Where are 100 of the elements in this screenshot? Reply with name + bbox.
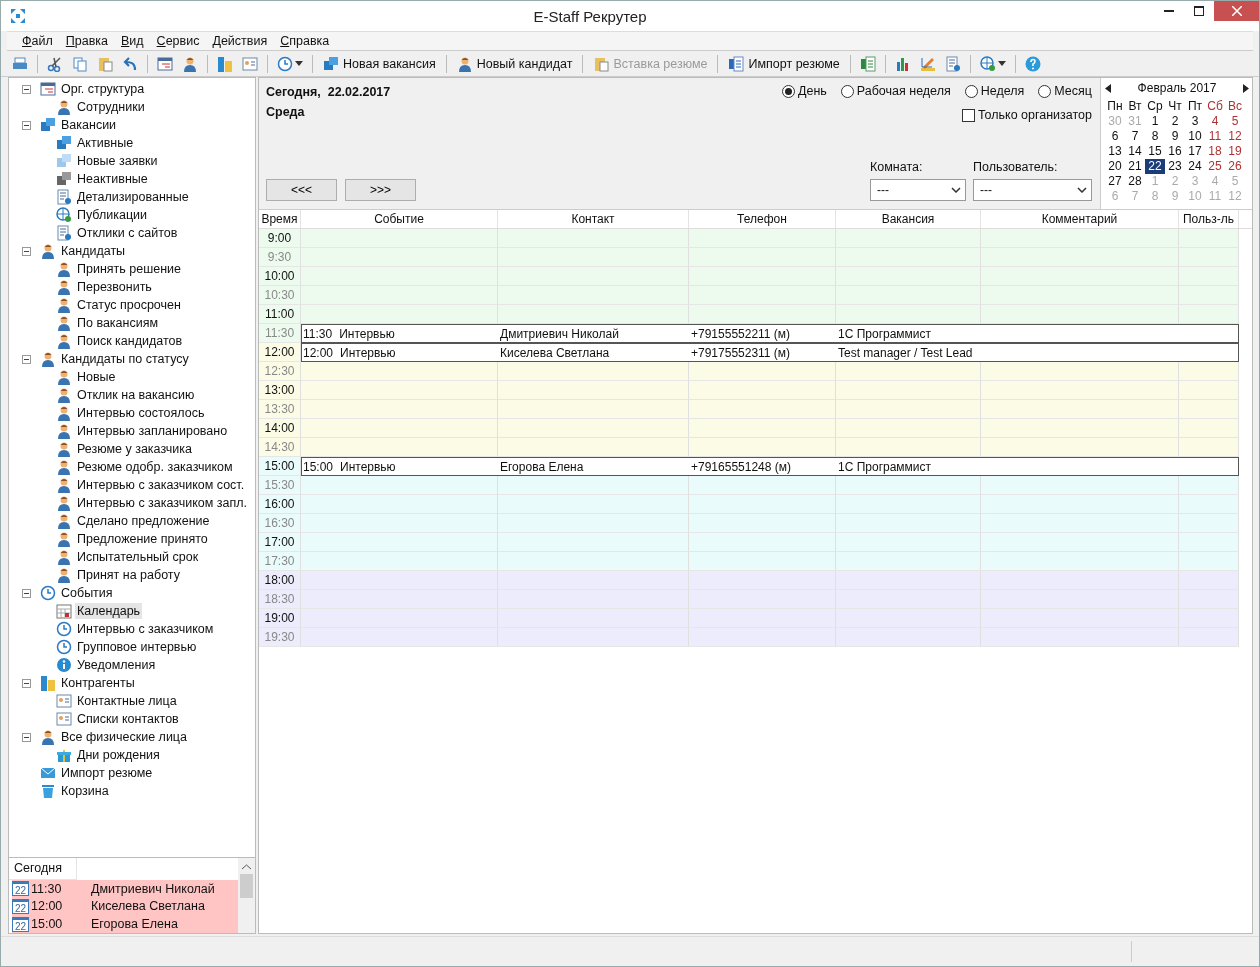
calendar-day[interactable]: 21 bbox=[1125, 159, 1145, 174]
calendar-day[interactable]: 4 bbox=[1205, 114, 1225, 129]
tree-item[interactable]: Сотрудники bbox=[75, 99, 147, 115]
menu-item[interactable]: Файл bbox=[15, 34, 59, 48]
calendar-day[interactable]: 19 bbox=[1225, 144, 1245, 159]
tree-item[interactable]: По вакансиям bbox=[75, 315, 161, 331]
today-event-row[interactable]: 22 12:00 Киселева Светлана bbox=[12, 897, 238, 916]
calendar-day[interactable]: 6 bbox=[1105, 129, 1125, 144]
previous-month-icon[interactable] bbox=[1105, 83, 1111, 93]
menu-item[interactable]: Вид bbox=[114, 34, 150, 48]
tree-item[interactable]: Статус просрочен bbox=[75, 297, 183, 313]
menu-item[interactable]: Правка bbox=[58, 34, 114, 48]
tree-item[interactable]: Новые заявки bbox=[75, 153, 160, 169]
calendar-day[interactable]: 2 bbox=[1165, 114, 1185, 129]
tree-item[interactable]: События bbox=[59, 585, 115, 601]
tree-item[interactable]: Вакансии bbox=[59, 117, 119, 133]
calendar-day[interactable]: 13 bbox=[1105, 144, 1125, 159]
tree-item[interactable]: Испытательный срок bbox=[75, 549, 201, 565]
calendar-day[interactable]: 22 bbox=[1145, 159, 1165, 174]
calendar-day[interactable]: 3 bbox=[1185, 114, 1205, 129]
view-radio[interactable]: День bbox=[781, 84, 827, 98]
previous-button[interactable]: <<< bbox=[266, 179, 337, 201]
event-row[interactable]: 15:00 Интервью Егорова Елена +79165551248 (м) 1С Программист bbox=[301, 457, 1239, 476]
collapse-toggle[interactable] bbox=[22, 732, 31, 742]
calendar-day[interactable]: 27 bbox=[1105, 174, 1125, 189]
next-month-icon[interactable] bbox=[1243, 83, 1249, 93]
menu-item[interactable]: Справка bbox=[273, 34, 336, 48]
tree-item[interactable]: Отклик на вакансию bbox=[75, 387, 197, 403]
calendar-day[interactable]: 25 bbox=[1205, 159, 1225, 174]
collapse-toggle[interactable] bbox=[22, 246, 31, 256]
menu-item[interactable]: Действия bbox=[205, 34, 274, 48]
calendar-day[interactable]: 23 bbox=[1165, 159, 1185, 174]
calendar-day[interactable]: 9 bbox=[1165, 129, 1185, 144]
calendar-day[interactable]: 15 bbox=[1145, 144, 1165, 159]
tree-item[interactable]: Групповое интервью bbox=[75, 639, 199, 655]
calendar-day[interactable]: 28 bbox=[1125, 174, 1145, 189]
collapse-toggle[interactable] bbox=[22, 588, 31, 598]
scrollbar[interactable] bbox=[238, 858, 255, 933]
view-radio[interactable]: Рабочая неделя bbox=[840, 84, 951, 98]
today-event-row[interactable]: 22 11:30 Дмитриевич Николай bbox=[12, 879, 238, 898]
tree-item[interactable]: Корзина bbox=[59, 783, 111, 799]
tree-item[interactable]: Предложение принято bbox=[75, 531, 210, 547]
calendar-day[interactable]: 12 bbox=[1225, 129, 1245, 144]
tree-item[interactable]: Импорт резюме bbox=[59, 765, 155, 781]
tree-item[interactable]: Поиск кандидатов bbox=[75, 333, 185, 349]
collapse-toggle[interactable] bbox=[22, 354, 31, 364]
tree-item[interactable]: Неактивные bbox=[75, 171, 150, 187]
user-select[interactable]: --- bbox=[973, 179, 1092, 201]
calendar-day[interactable]: 20 bbox=[1105, 159, 1125, 174]
calendar-day[interactable]: 26 bbox=[1225, 159, 1245, 174]
calendar-day[interactable]: 17 bbox=[1185, 144, 1205, 159]
calendar-day[interactable]: 14 bbox=[1125, 144, 1145, 159]
tree-item[interactable]: Новые bbox=[75, 369, 118, 385]
toolbar-button[interactable]: Импорт резюме bbox=[724, 52, 844, 75]
calendar-day[interactable]: 8 bbox=[1145, 129, 1165, 144]
menu-item[interactable]: Сервис bbox=[149, 34, 206, 48]
tree-item[interactable]: Контактные лица bbox=[75, 693, 179, 709]
tree-item[interactable]: Орг. структура bbox=[59, 81, 147, 97]
tree-item[interactable]: Интервью с заказчиком сост. bbox=[75, 477, 247, 493]
tree-item[interactable]: Календарь bbox=[75, 603, 143, 619]
tree-item[interactable]: Перезвонить bbox=[75, 279, 154, 295]
collapse-toggle[interactable] bbox=[22, 84, 31, 94]
tree-item[interactable]: Интервью запланировано bbox=[75, 423, 230, 439]
collapse-toggle[interactable] bbox=[22, 678, 31, 688]
tree-item[interactable]: Принят на работу bbox=[75, 567, 182, 583]
calendar-day[interactable]: 5 bbox=[1225, 114, 1245, 129]
tree-item[interactable]: Сделано предложение bbox=[75, 513, 212, 529]
organizer-checkbox[interactable]: Только организатор bbox=[961, 108, 1092, 122]
close-button[interactable] bbox=[1214, 1, 1259, 21]
tree-item[interactable]: Кандидаты bbox=[59, 243, 128, 259]
calendar-day[interactable]: 11 bbox=[1205, 129, 1225, 144]
tree-item[interactable]: Резюме одобр. заказчиком bbox=[75, 459, 235, 475]
tree-item[interactable]: Уведомления bbox=[75, 657, 158, 673]
next-button[interactable]: >>> bbox=[345, 179, 416, 201]
tree-item[interactable]: Детализированные bbox=[75, 189, 191, 205]
today-event-row[interactable]: 22 15:00 Егорова Елена bbox=[12, 915, 238, 933]
calendar-day[interactable]: 10 bbox=[1185, 129, 1205, 144]
collapse-toggle[interactable] bbox=[22, 120, 31, 130]
toolbar-button[interactable]: Новая вакансия bbox=[319, 52, 440, 75]
tree-item[interactable]: Списки контактов bbox=[75, 711, 181, 727]
view-radio[interactable]: Неделя bbox=[964, 84, 1025, 98]
tree-item[interactable]: Интервью с заказчиком запл. bbox=[75, 495, 249, 511]
tree-item[interactable]: Все физические лица bbox=[59, 729, 189, 745]
tree-item[interactable]: Интервью состоялось bbox=[75, 405, 207, 421]
calendar-day[interactable]: 16 bbox=[1165, 144, 1185, 159]
tree-item[interactable]: Публикации bbox=[75, 207, 150, 223]
tree-item[interactable]: Дни рождения bbox=[75, 747, 162, 763]
event-row[interactable]: 12:00 Интервью Киселева Светлана +79175552311 (м) Test manager / Test Lead bbox=[301, 343, 1239, 362]
calendar-day[interactable]: 18 bbox=[1205, 144, 1225, 159]
tree-item[interactable]: Принять решение bbox=[75, 261, 184, 277]
toolbar-button[interactable]: Новый кандидат bbox=[452, 52, 577, 75]
calendar-day[interactable]: 24 bbox=[1185, 159, 1205, 174]
tree-item[interactable]: Отклики с сайтов bbox=[75, 225, 180, 241]
tree-item[interactable]: Резюме у заказчика bbox=[75, 441, 194, 457]
tree-item[interactable]: Контрагенты bbox=[59, 675, 137, 691]
tree-item[interactable]: Кандидаты по статусу bbox=[59, 351, 191, 367]
event-row[interactable]: 11:30 Интервью Дмитриевич Николай +79155552211 (м) 1С Программист bbox=[301, 324, 1239, 343]
room-select[interactable]: --- bbox=[870, 179, 966, 201]
tree-item[interactable]: Активные bbox=[75, 135, 136, 151]
calendar-day[interactable]: 7 bbox=[1125, 129, 1145, 144]
